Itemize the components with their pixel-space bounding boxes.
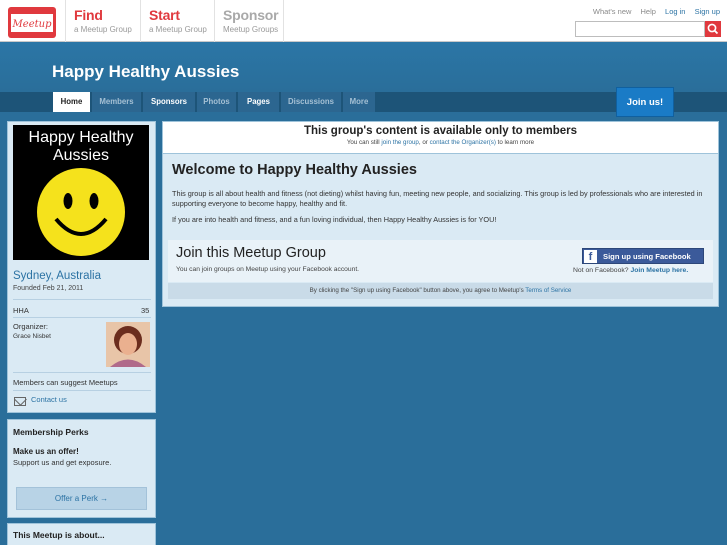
signup-link[interactable]: Sign up bbox=[695, 7, 720, 16]
perks-title: Membership Perks bbox=[13, 427, 89, 437]
search-icon bbox=[707, 23, 719, 35]
group-header: Happy Healthy Aussies bbox=[0, 42, 727, 92]
tab-members[interactable]: Members bbox=[92, 92, 142, 112]
notice-sub-mid: , or bbox=[418, 139, 428, 146]
smiley-face-image bbox=[37, 168, 125, 256]
group-photo: Happy Healthy Aussies bbox=[13, 125, 149, 260]
join-subtext: You can join groups on Meetup using your… bbox=[176, 266, 360, 273]
tab-sponsors[interactable]: Sponsors bbox=[143, 92, 196, 112]
nav-sponsor[interactable]: Sponsor Meetup Groups bbox=[214, 0, 284, 42]
top-bar: Meetup Find a Meetup Group Start a Meetu… bbox=[0, 0, 727, 42]
tab-home[interactable]: Home bbox=[53, 92, 91, 112]
terms-agreement: By clicking the "Sign up using Facebook"… bbox=[168, 283, 713, 299]
nav-start[interactable]: Start a Meetup Group bbox=[140, 0, 214, 42]
organizer-label: Organizer: bbox=[13, 322, 49, 331]
group-location[interactable]: Sydney, Australia bbox=[13, 270, 101, 282]
tab-pages[interactable]: Pages bbox=[238, 92, 280, 112]
offer-perk-button[interactable]: Offer a Perk → bbox=[16, 487, 147, 510]
login-link[interactable]: Log in bbox=[665, 7, 685, 16]
notice-subtext: You can still join the group, or contact… bbox=[163, 139, 718, 146]
group-photo-title: Happy Healthy Aussies bbox=[28, 129, 134, 164]
notice-sub-pre: You can still bbox=[346, 139, 380, 146]
contact-us-link[interactable]: Contact us bbox=[31, 395, 67, 404]
suggest-text: Members can suggest Meetups bbox=[13, 378, 118, 387]
search-input[interactable] bbox=[575, 21, 705, 37]
facebook-icon: f bbox=[584, 250, 597, 263]
contact-organizer-link[interactable]: contact the Organizer(s) bbox=[430, 139, 496, 146]
organizer-avatar[interactable] bbox=[106, 322, 150, 367]
help-link[interactable]: Help bbox=[641, 7, 656, 16]
notice-title: This group's content is available only t… bbox=[303, 125, 578, 137]
nav-sponsor-subtitle: Meetup Groups bbox=[223, 25, 279, 34]
nav-start-title: Start bbox=[149, 7, 180, 23]
perks-subtext: Support us and get exposure. bbox=[13, 458, 112, 467]
divider bbox=[13, 372, 151, 373]
agree-text: By clicking the "Sign up using Facebook"… bbox=[309, 287, 524, 294]
nav-find-title: Find bbox=[74, 7, 103, 23]
about-title: This Meetup is about... bbox=[13, 530, 105, 540]
group-founded: Founded Feb 21, 2011 bbox=[13, 285, 84, 292]
top-links: What's new Help Log in Sign up bbox=[586, 7, 720, 16]
perks-offer: Make us an offer! bbox=[13, 447, 79, 456]
tab-discussions[interactable]: Discussions bbox=[281, 92, 342, 112]
join-meetup-link[interactable]: Join Meetup here. bbox=[630, 267, 688, 274]
join-heading: Join this Meetup Group bbox=[176, 245, 326, 261]
member-count: 35 bbox=[141, 306, 150, 315]
not-on-facebook: Not on Facebook? Join Meetup here. bbox=[573, 267, 688, 274]
divider bbox=[13, 317, 151, 318]
organizer-name[interactable]: Grace Nisbet bbox=[13, 333, 51, 340]
meetup-logo[interactable]: Meetup bbox=[8, 7, 56, 38]
welcome-heading: Welcome to Happy Healthy Aussies bbox=[172, 162, 417, 178]
mail-icon bbox=[14, 397, 26, 406]
nav-find-subtitle: a Meetup Group bbox=[74, 25, 132, 34]
group-description-2: If you are into health and fitness, and … bbox=[172, 215, 497, 224]
join-group-link[interactable]: join the group bbox=[381, 139, 419, 146]
nav-find[interactable]: Find a Meetup Group bbox=[65, 0, 140, 42]
tab-more[interactable]: More bbox=[343, 92, 376, 112]
nav-start-subtitle: a Meetup Group bbox=[149, 25, 207, 34]
tab-photos[interactable]: Photos bbox=[197, 92, 237, 112]
organizer-photo bbox=[106, 322, 150, 367]
search-button[interactable] bbox=[705, 21, 721, 37]
logo-text: Meetup bbox=[12, 19, 53, 30]
notice-sub-post: to learn more bbox=[497, 139, 535, 146]
whats-new-link[interactable]: What's new bbox=[593, 7, 632, 16]
nav-sponsor-title: Sponsor bbox=[223, 7, 279, 23]
members-only-notice: This group's content is available only t… bbox=[162, 121, 719, 154]
group-title[interactable]: Happy Healthy Aussies bbox=[52, 62, 239, 82]
divider bbox=[13, 299, 151, 300]
divider bbox=[13, 390, 151, 391]
join-us-button[interactable]: Join us! bbox=[616, 87, 674, 117]
terms-link[interactable]: Terms of Service bbox=[525, 287, 571, 294]
group-description: This group is all about health and fitne… bbox=[172, 189, 703, 208]
facebook-signup-button[interactable]: Sign up using Facebook bbox=[582, 248, 704, 264]
member-label[interactable]: HHA bbox=[13, 306, 29, 315]
not-fb-text: Not on Facebook? bbox=[573, 267, 629, 274]
